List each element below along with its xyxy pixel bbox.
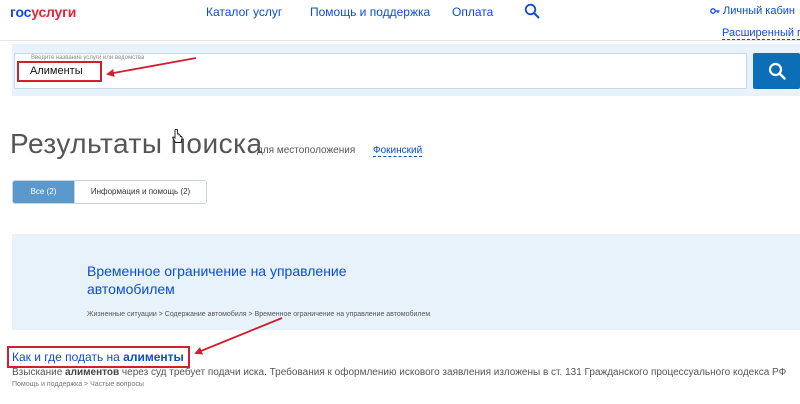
advanced-search-link[interactable]: Расширенный пои bbox=[722, 27, 800, 40]
result-desc-keyword: алиментов bbox=[65, 367, 120, 378]
search-icon[interactable] bbox=[524, 3, 540, 19]
nav-help[interactable]: Помощь и поддержка bbox=[310, 5, 430, 19]
cabinet-label: Личный кабин bbox=[723, 5, 795, 17]
logo-part-uslugi: услуги bbox=[31, 4, 77, 20]
header-divider bbox=[0, 40, 800, 41]
result-breadcrumbs: Помощь и поддержка > Частые вопросы bbox=[12, 381, 144, 388]
personal-cabinet-link[interactable]: Личный кабин bbox=[710, 5, 795, 17]
result-card-title[interactable]: Временное ограничение на управление авто… bbox=[87, 262, 407, 298]
nav-catalog[interactable]: Каталог услуг bbox=[206, 5, 282, 19]
result-desc-prefix: Взыскание bbox=[12, 367, 66, 378]
location-prefix: для местоположения bbox=[257, 145, 356, 156]
search-icon bbox=[768, 62, 786, 80]
page-title: Результаты поиска bbox=[10, 128, 263, 159]
site-header: госуслуги Каталог услуг Помощь и поддерж… bbox=[0, 0, 800, 26]
result-description: Взыскание алиментов через суд требует по… bbox=[12, 367, 800, 378]
result-card-breadcrumbs: Жизненные ситуации > Содержание автомоби… bbox=[87, 311, 431, 318]
key-icon bbox=[710, 6, 720, 16]
tab-all[interactable]: Все (2) bbox=[13, 181, 74, 203]
location-city-link[interactable]: Фокинский bbox=[373, 145, 423, 157]
results-tabs: Все (2) Информация и помощь (2) bbox=[12, 180, 207, 204]
gosuslugi-logo[interactable]: госуслуги bbox=[10, 4, 76, 20]
tab-info-help[interactable]: Информация и помощь (2) bbox=[74, 181, 206, 203]
logo-part-gos: гос bbox=[10, 4, 32, 20]
search-button[interactable] bbox=[753, 53, 800, 89]
cursor-icon bbox=[172, 128, 184, 150]
nav-payment[interactable]: Оплата bbox=[452, 5, 493, 19]
annotation-highlight-result bbox=[7, 346, 190, 368]
annotation-highlight-search bbox=[17, 61, 102, 82]
result-desc-rest: через суд требует подачи иска. Требовани… bbox=[119, 367, 787, 378]
